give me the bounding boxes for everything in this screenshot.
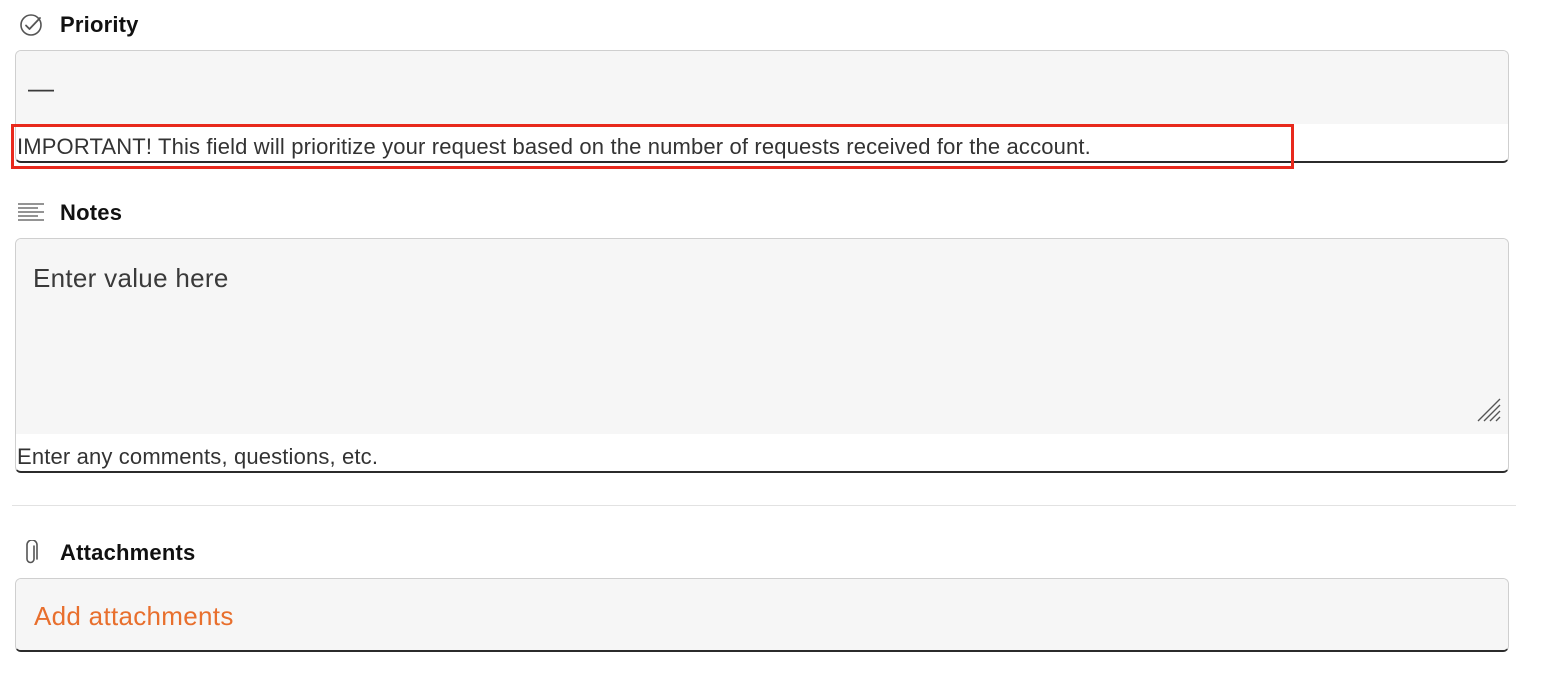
priority-value: —: [28, 73, 55, 103]
attachments-label-row: Attachments: [18, 538, 195, 568]
notes-help-text: Enter any comments, questions, etc.: [17, 444, 379, 469]
resize-handle-icon[interactable]: [1476, 397, 1502, 428]
check-circle-icon: [18, 12, 44, 38]
notes-label: Notes: [60, 200, 123, 225]
attachments-field[interactable]: Add attachments: [15, 578, 1509, 652]
notes-textarea[interactable]: Enter value here: [16, 239, 1508, 434]
notes-placeholder: Enter value here: [33, 263, 229, 293]
highlight-box: [11, 124, 1294, 169]
attachments-label: Attachments: [60, 540, 196, 565]
notes-label-row: Notes: [18, 198, 122, 228]
priority-label-row: Priority: [18, 10, 139, 40]
notes-field[interactable]: Enter value here Enter any comments, que…: [15, 238, 1509, 473]
paperclip-icon: [18, 540, 44, 566]
priority-select[interactable]: —: [16, 51, 1508, 124]
priority-label: Priority: [60, 12, 139, 37]
section-divider: [12, 505, 1516, 506]
lines-icon: [18, 200, 44, 226]
add-attachments-button[interactable]: Add attachments: [34, 601, 234, 632]
